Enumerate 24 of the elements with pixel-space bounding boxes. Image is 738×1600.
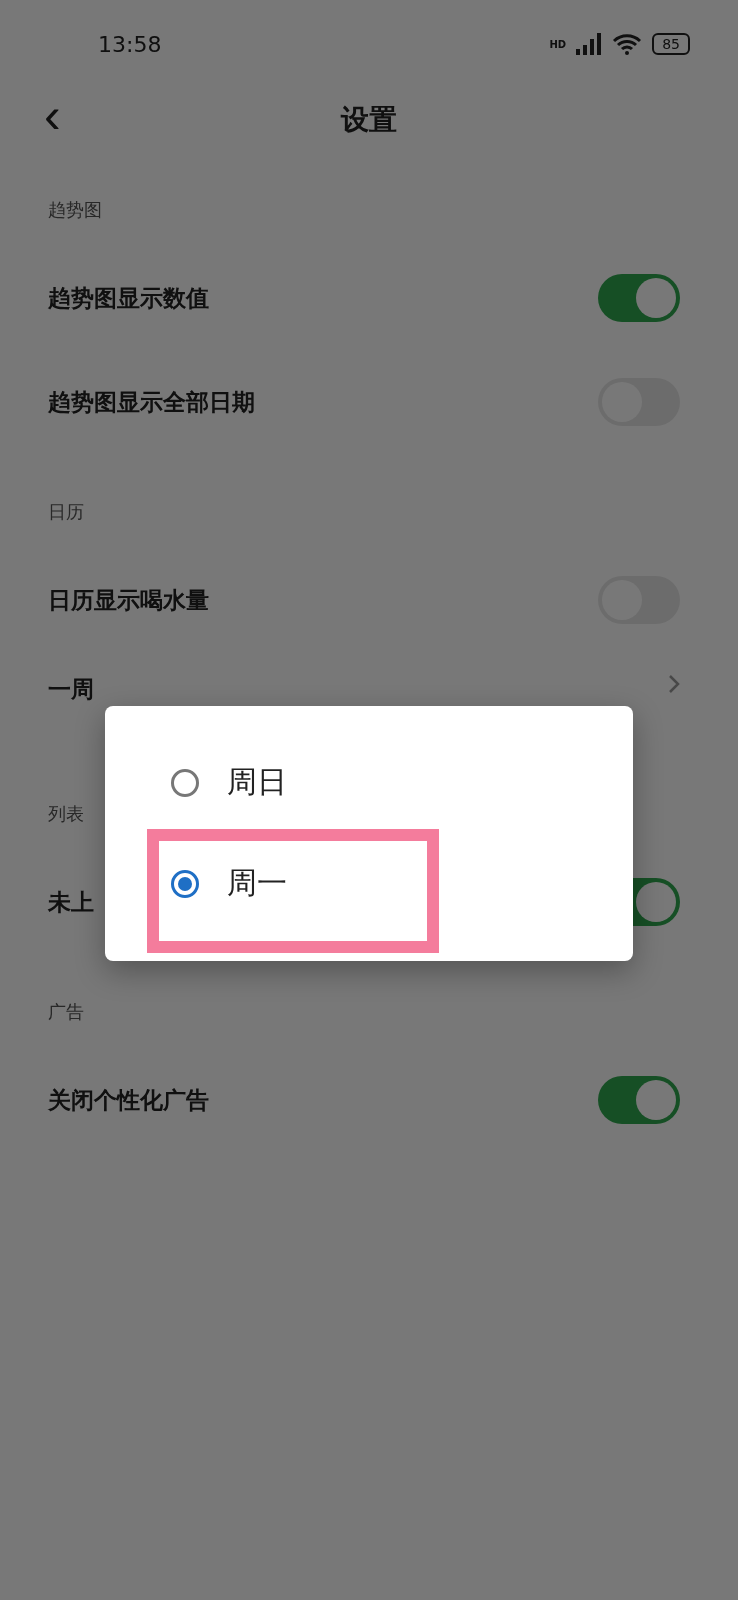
- setting-label: 趋势图显示全部日期: [48, 387, 255, 417]
- setting-label: 趋势图显示数值: [48, 283, 209, 313]
- setting-label: 日历显示喝水量: [48, 585, 209, 615]
- network-label: HD: [549, 38, 567, 50]
- option-label[interactable]: 周一: [227, 863, 287, 904]
- setting-label: 关闭个性化广告: [48, 1085, 209, 1115]
- toggle-switch[interactable]: [598, 274, 680, 322]
- wifi-icon: [612, 33, 643, 55]
- chevron-icon: [668, 674, 680, 694]
- setting-label: 未上: [48, 887, 94, 917]
- section-title: 日历: [48, 501, 84, 522]
- section-title: 趋势图: [48, 199, 102, 220]
- radio-button[interactable]: [171, 869, 199, 898]
- radio-button[interactable]: [171, 768, 199, 797]
- section-title: 列表: [48, 803, 84, 824]
- page-title: 设置: [341, 102, 397, 138]
- section-title: 广告: [48, 1001, 84, 1022]
- back-button[interactable]: ‹: [36, 90, 69, 140]
- option-label[interactable]: 周日: [227, 762, 287, 803]
- status-time: 13:58: [98, 31, 162, 57]
- setting-label: 一周: [48, 675, 94, 704]
- signal-icon: [576, 33, 603, 55]
- battery-indicator: 85: [652, 33, 690, 55]
- toggle-switch[interactable]: [598, 1076, 680, 1124]
